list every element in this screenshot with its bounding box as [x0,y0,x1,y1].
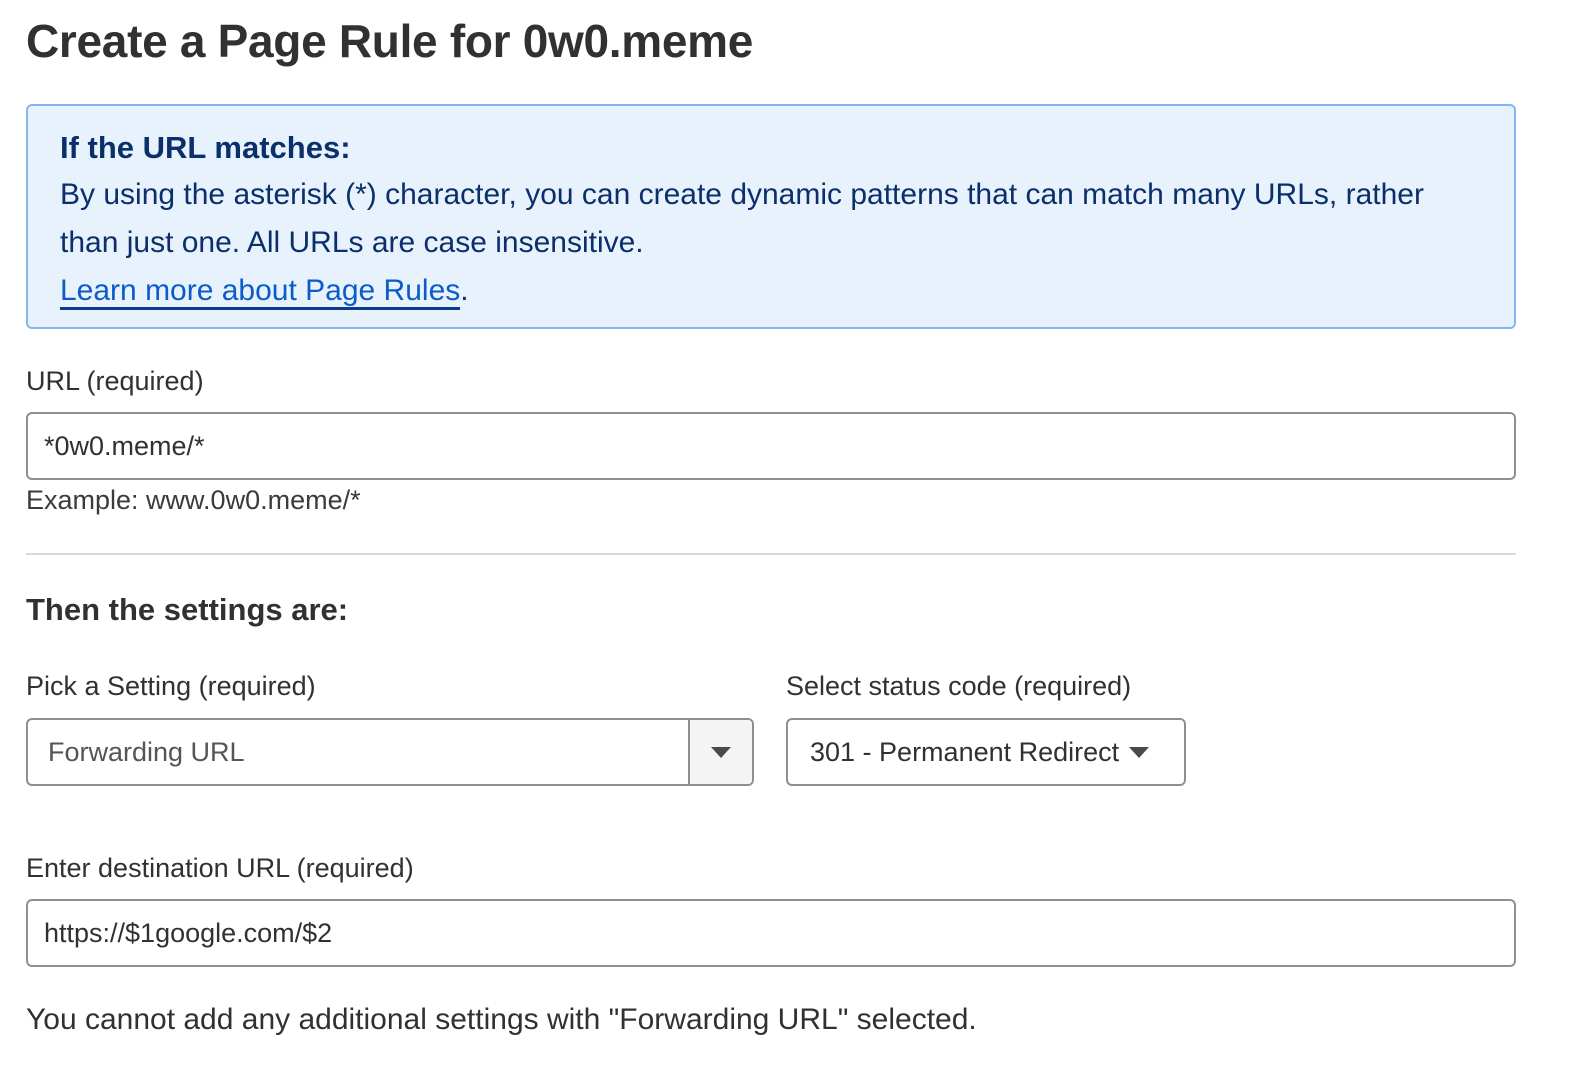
setting-select-label: Pick a Setting (required) [26,671,316,701]
url-label: URL (required) [26,366,204,396]
destination-input-value: https://$1google.com/$2 [44,917,333,948]
info-body: By using the asterisk (*) character, you… [60,178,1424,259]
setting-select[interactable]: Forwarding URL [26,718,754,786]
status-select-label: Select status code (required) [786,671,1132,701]
caret-down-icon [1129,746,1150,758]
destination-url-input[interactable]: https://$1google.com/$2 [26,899,1516,967]
learn-more-link[interactable]: Learn more about Page Rules [60,274,461,310]
caret-down-icon [711,746,731,758]
url-example-hint: Example: www.0w0.meme/* [26,485,361,515]
info-heading: If the URL matches: [60,130,351,165]
setting-select-value: Forwarding URL [48,736,245,767]
url-input-value: *0w0.meme/* [44,430,205,461]
status-code-select[interactable]: 301 - Permanent Redirect [786,718,1186,786]
destination-label: Enter destination URL (required) [26,853,414,883]
forwarding-note: You cannot add any additional settings w… [26,1003,977,1036]
setting-select-toggle[interactable] [688,720,752,784]
url-input[interactable]: *0w0.meme/* [26,412,1516,480]
link-suffix: . [460,274,469,307]
url-matching-info-box: If the URL matches: By using the asteris… [26,104,1516,329]
page-title: Create a Page Rule for 0w0.meme [26,15,754,67]
info-link-line: Learn more about Page Rules. [60,267,1482,315]
settings-heading: Then the settings are: [26,592,349,627]
page-rule-form: Create a Page Rule for 0w0.meme If the U… [0,0,1578,1084]
section-divider [26,553,1516,555]
status-select-value: 301 - Permanent Redirect [810,736,1120,767]
